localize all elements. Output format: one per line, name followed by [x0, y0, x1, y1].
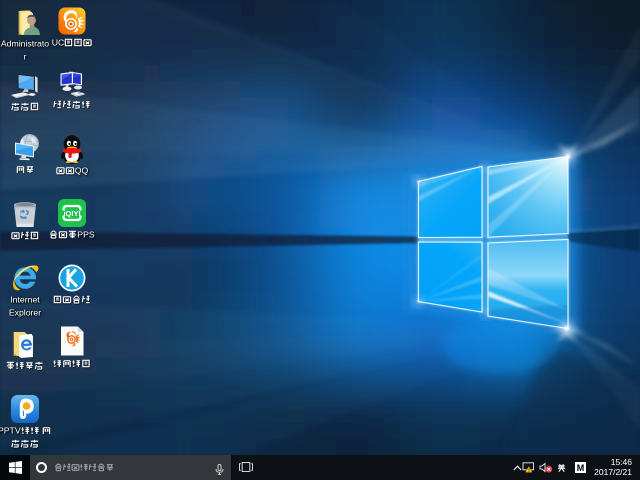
- svg-text:iQIYI: iQIYI: [63, 209, 80, 218]
